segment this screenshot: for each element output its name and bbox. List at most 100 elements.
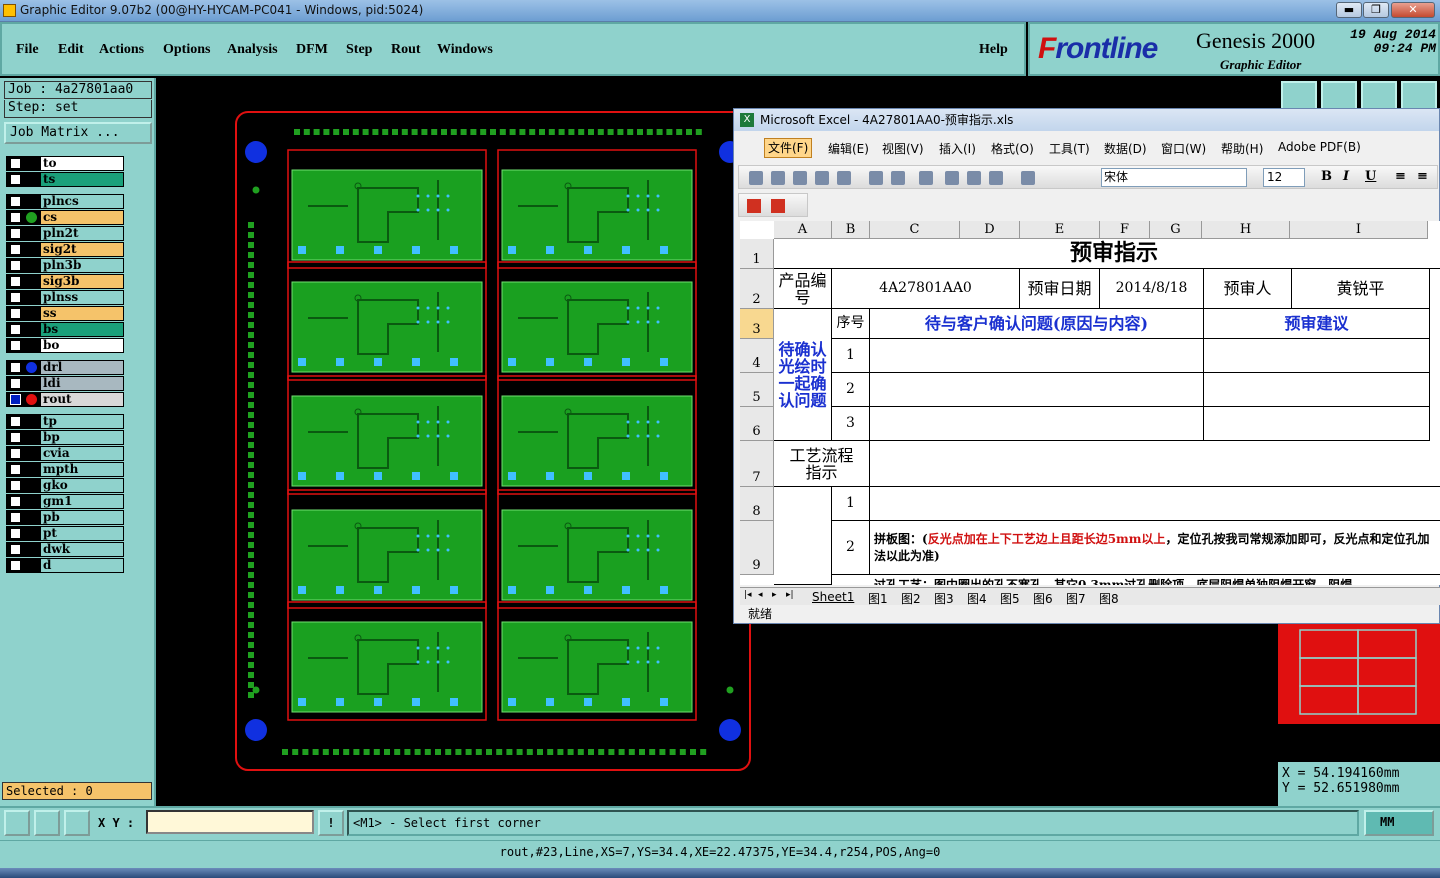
suggest-1[interactable] xyxy=(1204,339,1430,373)
layer-checkbox[interactable] xyxy=(10,464,21,475)
underline-button[interactable]: U xyxy=(1365,169,1376,184)
layer-sig3b[interactable]: sig3b xyxy=(6,274,124,289)
sheet-tab[interactable]: 图6 xyxy=(1033,590,1053,607)
row-header[interactable]: 1 xyxy=(740,239,774,269)
sheet-tab[interactable]: Sheet1 xyxy=(812,590,854,604)
excel-menu-item[interactable]: 文件(F) xyxy=(764,138,813,158)
excel-menu-item[interactable]: 窗口(W) xyxy=(1161,140,1206,157)
pdf-convert-icon[interactable] xyxy=(747,199,761,213)
font-size-select[interactable]: 12 xyxy=(1263,168,1305,187)
new-icon[interactable] xyxy=(749,171,763,185)
cut-icon[interactable] xyxy=(945,171,959,185)
sheet-tab[interactable]: 图1 xyxy=(868,590,888,607)
menu-help[interactable]: Help xyxy=(979,42,1008,58)
seq-2[interactable]: 2 xyxy=(832,373,870,407)
row-header[interactable]: 4 xyxy=(740,339,774,373)
process-content[interactable] xyxy=(870,441,1440,487)
issue-1[interactable] xyxy=(870,339,1204,373)
layer-plncs[interactable]: plncs xyxy=(6,194,124,209)
layer-drl[interactable]: drl xyxy=(6,360,124,375)
save-icon[interactable] xyxy=(793,171,807,185)
row-header[interactable]: 2 xyxy=(740,269,774,309)
layer-checkbox[interactable] xyxy=(10,260,21,271)
menu-windows[interactable]: Windows xyxy=(437,42,493,58)
grid-icon[interactable] xyxy=(64,810,90,836)
overview-map[interactable] xyxy=(1278,618,1440,758)
layer-d[interactable]: d xyxy=(6,558,124,573)
process-item-2[interactable]: 拼板图：(反光点加在上下工艺边上且距长边5mm以上，定位孔按我司常规添加即可，反… xyxy=(870,521,1440,575)
excel-menu-item[interactable]: Adobe PDF(B) xyxy=(1278,140,1361,154)
product-number[interactable]: 4A27801AA0 xyxy=(832,269,1020,309)
column-header[interactable]: E xyxy=(1020,221,1100,239)
column-header[interactable]: C xyxy=(870,221,960,239)
sheet-nav-icon[interactable]: |◂ xyxy=(744,590,752,600)
sheet-title[interactable]: 预审指示 xyxy=(774,239,1440,269)
process-seq-1[interactable]: 1 xyxy=(832,487,870,521)
process-label[interactable]: 工艺流程指示 xyxy=(774,441,870,487)
italic-button[interactable]: I xyxy=(1343,169,1349,184)
excel-menu-item[interactable]: 编辑(E) xyxy=(828,140,869,157)
layer-checkbox[interactable] xyxy=(10,416,21,427)
sheet-nav-icon[interactable]: ▸| xyxy=(786,590,794,600)
layer-checkbox[interactable] xyxy=(10,292,21,303)
layer-checkbox[interactable] xyxy=(10,512,21,523)
menu-step[interactable]: Step xyxy=(346,42,372,58)
layer-checkbox[interactable] xyxy=(10,448,21,459)
layer-ts[interactable]: ts xyxy=(6,172,124,187)
review-date[interactable]: 2014/8/18 xyxy=(1100,269,1204,309)
process-blank[interactable] xyxy=(774,487,832,585)
layer-pln3b[interactable]: pln3b xyxy=(6,258,124,273)
sheet-nav-icon[interactable]: ◂ xyxy=(758,590,763,600)
row-header[interactable]: 8 xyxy=(740,487,774,521)
open-icon[interactable] xyxy=(771,171,785,185)
row-header[interactable]: 5 xyxy=(740,373,774,407)
sheet-tab[interactable]: 图8 xyxy=(1099,590,1119,607)
job-matrix-button[interactable]: Job Matrix ... xyxy=(4,122,152,144)
layer-checkbox[interactable] xyxy=(10,560,21,571)
layer-dwk[interactable]: dwk xyxy=(6,542,124,557)
layer-checkbox[interactable] xyxy=(10,324,21,335)
row-header[interactable]: 6 xyxy=(740,407,774,441)
layer-checkbox[interactable] xyxy=(10,432,21,443)
column-header[interactable]: D xyxy=(960,221,1020,239)
date-label[interactable]: 预审日期 xyxy=(1020,269,1100,309)
layer-checkbox[interactable] xyxy=(10,394,21,405)
excel-menu-item[interactable]: 视图(V) xyxy=(882,140,924,157)
maximize-button[interactable]: ❐ xyxy=(1363,2,1389,18)
reviewer-label[interactable]: 预审人 xyxy=(1204,269,1292,309)
layer-mpth[interactable]: mpth xyxy=(6,462,124,477)
excel-menu-item[interactable]: 数据(D) xyxy=(1104,140,1147,157)
seq-1[interactable]: 1 xyxy=(832,339,870,373)
spreadsheet-grid[interactable]: ABCDEFGHI 123456789 预审指示 产品编号 4A27801AA0… xyxy=(740,221,1440,585)
excel-menu-item[interactable]: 工具(T) xyxy=(1049,140,1090,157)
layer-tp[interactable]: tp xyxy=(6,414,124,429)
sheet-tab[interactable]: 图5 xyxy=(1000,590,1020,607)
layer-checkbox[interactable] xyxy=(10,528,21,539)
layer-checkbox[interactable] xyxy=(10,362,21,373)
issue-3[interactable] xyxy=(870,407,1204,441)
excel-menu-item[interactable]: 插入(I) xyxy=(939,140,976,157)
paste-icon[interactable] xyxy=(989,171,1003,185)
layer-checkbox[interactable] xyxy=(10,196,21,207)
layer-checkbox[interactable] xyxy=(10,212,21,223)
issue-header[interactable]: 待与客户确认问题(原因与内容) xyxy=(870,309,1204,339)
row-header[interactable]: 3 xyxy=(740,309,774,339)
layer-checkbox[interactable] xyxy=(10,174,21,185)
align-left-icon[interactable]: ≡ xyxy=(1395,169,1406,184)
sheet-tab[interactable]: 图2 xyxy=(901,590,921,607)
layer-cs[interactable]: cs xyxy=(6,210,124,225)
layer-gm1[interactable]: gm1 xyxy=(6,494,124,509)
layer-checkbox[interactable] xyxy=(10,228,21,239)
pdf-mail-icon[interactable] xyxy=(771,199,785,213)
sheet-tab[interactable]: 图3 xyxy=(934,590,954,607)
close-button[interactable]: ✕ xyxy=(1391,2,1435,18)
column-header[interactable]: B xyxy=(832,221,870,239)
layer-checkbox[interactable] xyxy=(10,544,21,555)
product-label[interactable]: 产品编号 xyxy=(774,269,832,309)
seq-header[interactable]: 序号 xyxy=(832,309,870,339)
menu-options[interactable]: Options xyxy=(163,42,210,58)
layer-plnss[interactable]: plnss xyxy=(6,290,124,305)
process-item-3[interactable]: 过孔工艺：图中圈出的孔不塞孔，其它0.3mm过孔删除项，底层阻焊单独阻焊开窗，阻… xyxy=(870,575,1440,585)
layer-cvia[interactable]: cvia xyxy=(6,446,124,461)
column-header[interactable]: F xyxy=(1100,221,1150,239)
